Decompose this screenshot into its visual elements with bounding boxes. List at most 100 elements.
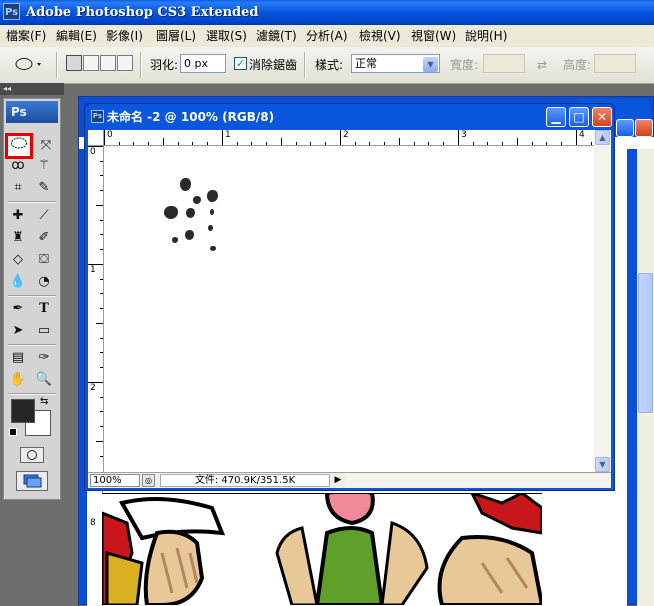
height-input xyxy=(594,54,636,73)
menu-layer[interactable]: 圖層(L) xyxy=(156,25,196,47)
app-title-bar[interactable]: Ps Adobe Photoshop CS3 Extended xyxy=(0,0,654,25)
swap-dimensions-icon: ⇄ xyxy=(537,58,548,72)
clone-stamp-tool[interactable]: ♜ xyxy=(7,228,29,248)
menu-image[interactable]: 影像(I) xyxy=(106,25,143,47)
path-selection-tool[interactable]: ➤ xyxy=(7,321,29,341)
menu-help[interactable]: 說明(H) xyxy=(465,25,507,47)
menu-filter[interactable]: 濾鏡(T) xyxy=(256,25,297,47)
antialias-checkbox[interactable]: ✓ xyxy=(234,57,247,70)
status-info-button[interactable]: ◎ xyxy=(142,474,155,487)
move-tool[interactable]: ⤧ xyxy=(35,136,57,156)
slice-icon: ✎ xyxy=(38,180,50,195)
pen-icon: ✒ xyxy=(12,301,24,316)
stamp-icon: ♜ xyxy=(12,230,24,245)
new-selection-button[interactable] xyxy=(66,55,82,71)
document-title: 未命名 -2 @ 100% (RGB/8) xyxy=(107,110,275,124)
back-close-button[interactable] xyxy=(635,119,653,137)
back-maximize-button[interactable] xyxy=(616,119,634,137)
foreground-color-swatch-top[interactable] xyxy=(11,399,35,423)
screen-mode-button[interactable] xyxy=(16,471,48,491)
play-arrow-icon: ▶ xyxy=(334,475,342,485)
menu-view[interactable]: 檢視(V) xyxy=(359,25,401,47)
brush-icon: ⟋ xyxy=(39,208,49,223)
horizontal-ruler[interactable]: 0 1 2 3 4 xyxy=(104,130,594,146)
tools-panel-grip[interactable]: ◂◂ xyxy=(0,83,64,95)
document-body: 0 1 2 3 4 0 1 2 ▲ ▼ 100% ◎ 文件: 470.9K/35… xyxy=(88,130,611,488)
eraser-tool[interactable]: ◇ xyxy=(7,250,29,270)
quick-mask-button[interactable] xyxy=(20,447,44,463)
minimize-icon: ▁ xyxy=(551,110,561,124)
history-brush-icon: ✐ xyxy=(38,230,50,245)
vertical-scrollbar[interactable]: ▲ ▼ xyxy=(594,130,611,472)
cartoon-illustration xyxy=(102,493,542,605)
move-icon: ⤧ xyxy=(40,138,52,153)
chevron-down-icon: ▼ xyxy=(423,57,438,72)
lasso-tool[interactable]: ꝏ xyxy=(7,156,29,176)
brush-tool[interactable]: ⟋ xyxy=(33,206,55,226)
ps-logo: Ps xyxy=(6,101,58,123)
minimize-button[interactable]: ▁ xyxy=(546,107,566,127)
crop-tool[interactable]: ⌗ xyxy=(7,178,29,198)
ink-blot xyxy=(172,237,178,243)
ink-blot xyxy=(185,230,194,240)
document-window[interactable]: Ps 未命名 -2 @ 100% (RGB/8) ▁ □ ✕ 0 1 2 3 4 xyxy=(84,103,615,491)
app-title: Adobe Photoshop CS3 Extended xyxy=(26,5,259,20)
type-icon: T xyxy=(39,301,49,316)
hand-tool[interactable]: ✋ xyxy=(7,370,29,390)
add-to-selection-button[interactable] xyxy=(83,55,99,71)
arrow-icon: ➤ xyxy=(12,323,24,338)
subtract-from-selection-button[interactable] xyxy=(100,55,116,71)
maximize-icon: □ xyxy=(573,110,585,124)
menu-select[interactable]: 選取(S) xyxy=(206,25,247,47)
magic-wand-tool[interactable]: ⚚ xyxy=(33,156,55,176)
default-colors-icon[interactable] xyxy=(9,428,17,436)
status-bar: 100% ◎ 文件: 470.9K/351.5K ▶ xyxy=(88,472,611,488)
ink-blot xyxy=(208,225,213,231)
slice-tool[interactable]: ✎ xyxy=(33,178,55,198)
pen-tool[interactable]: ✒ xyxy=(7,299,29,319)
photoshop-app-icon: Ps xyxy=(3,3,20,20)
ink-blot xyxy=(186,208,195,218)
tool-preset-picker[interactable] xyxy=(15,57,41,71)
screen-mode-icon xyxy=(23,474,42,488)
back-scrollbar-thumb[interactable] xyxy=(638,273,653,413)
magnifier-icon: 🔍 xyxy=(35,372,53,387)
type-tool[interactable]: T xyxy=(33,299,55,319)
scroll-down-button[interactable]: ▼ xyxy=(595,457,610,472)
options-bar: 羽化: 0 px ✓ 消除鋸齒 樣式: 正常 ▼ 寬度: ⇄ 高度: xyxy=(0,47,654,84)
blur-tool[interactable]: 💧 xyxy=(7,272,29,292)
notes-tool[interactable]: ▤ xyxy=(7,348,29,368)
width-input xyxy=(483,54,525,73)
status-menu-arrow[interactable]: ▶ xyxy=(332,474,344,487)
horizontal-scrollbar[interactable] xyxy=(346,474,609,487)
menu-window[interactable]: 視窗(W) xyxy=(411,25,456,47)
feather-input[interactable]: 0 px xyxy=(180,54,226,73)
maximize-button[interactable]: □ xyxy=(569,107,589,127)
ink-blot xyxy=(193,196,201,204)
ink-blot xyxy=(207,190,218,202)
intersect-selection-button[interactable] xyxy=(117,55,133,71)
swap-colors-icon[interactable]: ⇆ xyxy=(40,396,48,407)
menu-edit[interactable]: 編輯(E) xyxy=(56,25,97,47)
zoom-level-field[interactable]: 100% xyxy=(90,474,140,487)
close-button[interactable]: ✕ xyxy=(592,107,612,127)
zoom-tool[interactable]: 🔍 xyxy=(33,370,55,390)
scroll-up-button[interactable]: ▲ xyxy=(595,130,610,145)
style-select[interactable]: 正常 ▼ xyxy=(351,54,440,73)
eyedropper-tool[interactable]: ✑ xyxy=(33,348,55,368)
rectangle-tool[interactable]: ▭ xyxy=(33,321,55,341)
tools-panel: Ps ⤧ ꝏ ⚚ ⌗ ✎ ✚ ⟋ ♜ ✐ ◇ ⛋ 💧 ◔ ✒ T ➤ ▭ ▤ ✑… xyxy=(3,98,61,500)
lasso-icon: ꝏ xyxy=(11,158,25,173)
paint-bucket-tool[interactable]: ⛋ xyxy=(33,250,55,270)
healing-brush-tool[interactable]: ✚ xyxy=(7,206,29,226)
menu-file[interactable]: 檔案(F) xyxy=(6,25,46,47)
dodge-tool[interactable]: ◔ xyxy=(33,272,55,292)
vertical-ruler[interactable]: 0 1 2 xyxy=(88,146,104,472)
ellipse-icon xyxy=(11,137,27,149)
menu-analysis[interactable]: 分析(A) xyxy=(306,25,348,47)
document-canvas[interactable] xyxy=(104,146,594,472)
ink-blot xyxy=(210,209,214,215)
rectangle-icon: ▭ xyxy=(37,323,51,338)
history-brush-tool[interactable]: ✐ xyxy=(33,228,55,248)
ruler-origin[interactable] xyxy=(88,130,104,146)
